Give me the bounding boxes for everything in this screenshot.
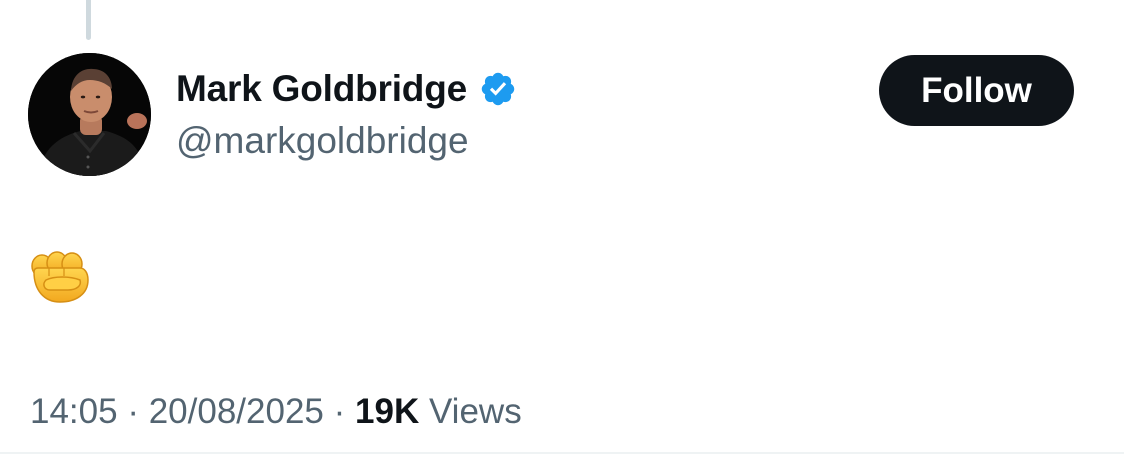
author-name-row: Mark Goldbridge (176, 66, 517, 112)
tweet-text: 👊 (30, 250, 92, 304)
oncoming-fist-emoji (31, 251, 89, 303)
meta-separator: · (333, 392, 346, 431)
follow-button[interactable]: Follow (879, 55, 1074, 126)
meta-separator: · (127, 392, 139, 431)
views-label[interactable]: Views (429, 392, 522, 431)
author-name[interactable]: Mark Goldbridge (176, 66, 467, 112)
author-handle[interactable]: @markgoldbridge (176, 118, 469, 164)
views-count[interactable]: 19K (355, 392, 419, 431)
tweet-meta: 14:05 · 20/08/2025 · 19K Views (30, 390, 522, 434)
tweet-time[interactable]: 14:05 (30, 392, 118, 431)
avatar[interactable] (28, 53, 151, 176)
thread-connector-line (86, 0, 91, 40)
verified-badge-icon (481, 72, 515, 106)
tweet-date[interactable]: 20/08/2025 (149, 392, 324, 431)
avatar-photo (28, 53, 151, 176)
